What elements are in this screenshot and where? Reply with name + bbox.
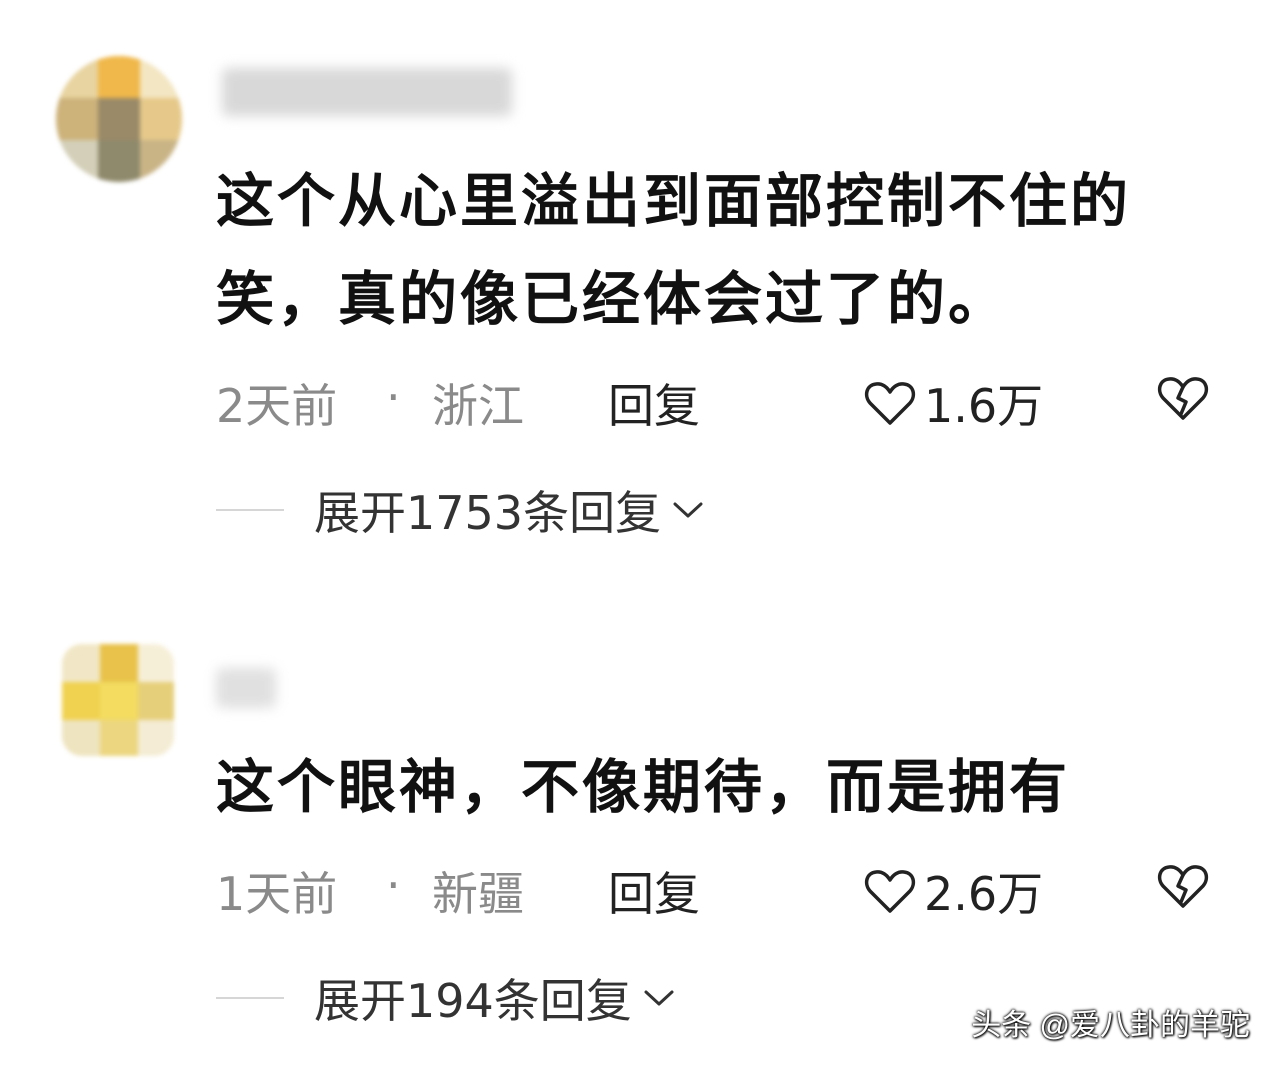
comment-time: 1天前 bbox=[216, 867, 338, 921]
username[interactable] bbox=[222, 68, 512, 116]
dislike-button[interactable] bbox=[1156, 862, 1210, 921]
expand-replies-label: 展开194条回复 bbox=[314, 974, 632, 1028]
chevron-down-icon bbox=[644, 990, 674, 1006]
broken-heart-icon bbox=[1157, 865, 1209, 908]
divider bbox=[216, 997, 284, 999]
reply-button[interactable]: 回复 bbox=[608, 858, 700, 924]
username[interactable] bbox=[216, 668, 276, 708]
avatar[interactable] bbox=[56, 56, 182, 182]
comment-location: 新疆 bbox=[432, 867, 524, 921]
reply-button[interactable]: 回复 bbox=[608, 370, 700, 436]
like-count: 2.6万 bbox=[924, 867, 1044, 921]
comment-item: 这个从心里溢出到面部控制不住的笑，真的像已经体会过了的。 2天前 · 浙江 回复… bbox=[0, 0, 1280, 560]
avatar[interactable] bbox=[62, 644, 174, 756]
heart-outline-icon bbox=[864, 382, 916, 425]
chevron-down-icon bbox=[673, 502, 703, 518]
comment-location: 浙江 bbox=[432, 379, 524, 433]
meta-separator: · bbox=[386, 858, 401, 912]
comment-time: 2天前 bbox=[216, 379, 338, 433]
expand-replies-button[interactable]: 展开194条回复 bbox=[216, 968, 676, 1028]
heart-outline-icon bbox=[864, 870, 916, 913]
comment-item: 这个眼神，不像期待，而是拥有 1天前 · 新疆 回复 2.6万 展开194条回复 bbox=[0, 560, 1280, 1066]
comment-meta: 2天前 · 浙江 回复 1.6万 bbox=[216, 370, 1226, 433]
comment-meta: 1天前 · 新疆 回复 2.6万 bbox=[216, 858, 1226, 921]
broken-heart-icon bbox=[1157, 377, 1209, 420]
watermark: 头条 @爱八卦的羊驼 bbox=[971, 1009, 1250, 1042]
expand-replies-label: 展开1753条回复 bbox=[314, 486, 662, 540]
comment-text: 这个眼神，不像期待，而是拥有 bbox=[216, 753, 1071, 821]
like-button[interactable]: 1.6万 bbox=[864, 370, 1043, 436]
like-button[interactable]: 2.6万 bbox=[864, 858, 1043, 924]
like-count: 1.6万 bbox=[924, 379, 1044, 433]
comment-text: 这个从心里溢出到面部控制不住的笑，真的像已经体会过了的。 bbox=[216, 167, 1132, 333]
dislike-button[interactable] bbox=[1156, 374, 1210, 433]
divider bbox=[216, 509, 284, 511]
expand-replies-button[interactable]: 展开1753条回复 bbox=[216, 480, 705, 540]
meta-separator: · bbox=[386, 370, 401, 424]
